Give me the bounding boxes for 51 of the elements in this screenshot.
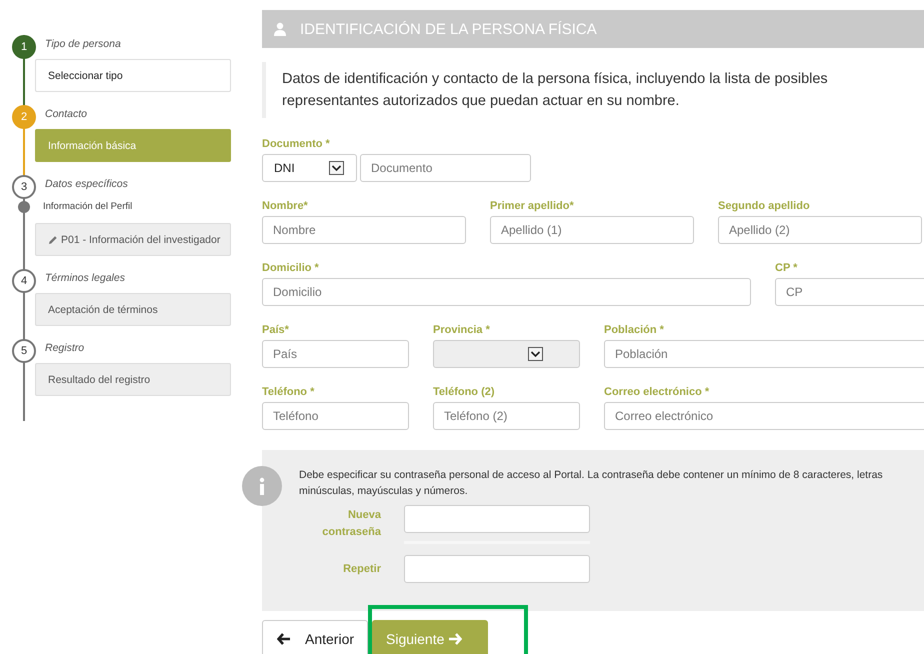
info-icon bbox=[242, 466, 282, 506]
password-field[interactable] bbox=[404, 505, 590, 533]
field-label: Segundo apellido bbox=[718, 200, 811, 212]
description-text: Datos de identificación y contacto de la persona física, incluyendo la lista de posibles representantes autorizados que puedan actuar en su nombre. bbox=[282, 70, 829, 111]
caret-icon bbox=[528, 347, 543, 361]
step-number: 1 bbox=[12, 35, 36, 59]
step-title: Términos legales bbox=[44, 271, 125, 286]
document-type-select[interactable]: DNI bbox=[262, 154, 357, 182]
input-field[interactable]: Población bbox=[604, 340, 924, 368]
step-button[interactable]: Seleccionar tipo bbox=[35, 59, 231, 92]
substep-dot bbox=[18, 201, 30, 213]
input-field[interactable]: Apellido (2) bbox=[718, 216, 922, 244]
password-notice: Debe especificar su contraseña personal de acceso al Portal. La contraseña debe contener un mínimo de 8 caracteres, letras minúsculas, mayúsculas y números. bbox=[299, 468, 884, 499]
step-number: 3 bbox=[12, 175, 36, 199]
input-field[interactable]: Teléfono bbox=[262, 402, 409, 430]
input-field[interactable]: Domicilio bbox=[262, 278, 751, 306]
field-label: País* bbox=[262, 324, 290, 336]
step-number: 5 bbox=[12, 339, 36, 363]
field-label: Domicilio * bbox=[262, 262, 320, 274]
arrow-left-icon bbox=[277, 632, 291, 644]
user-icon bbox=[274, 22, 286, 36]
field-label: Teléfono * bbox=[262, 386, 316, 398]
step-title: Contacto bbox=[44, 107, 88, 122]
step-title: Registro bbox=[44, 341, 84, 356]
field-label: Nueva contraseña bbox=[321, 508, 381, 540]
field-label: Teléfono (2) bbox=[433, 386, 496, 398]
document-field[interactable]: Documento bbox=[360, 154, 531, 182]
pencil-icon bbox=[48, 234, 58, 244]
field-label: Primer apellido* bbox=[490, 200, 575, 212]
input-field[interactable]: Correo electrónico bbox=[604, 402, 924, 430]
field-label: Correo electrónico * bbox=[604, 386, 710, 398]
caret-icon bbox=[329, 161, 344, 175]
input-field[interactable]: País bbox=[262, 340, 409, 368]
step-number: 2 bbox=[12, 105, 36, 129]
input-field[interactable]: Teléfono (2) bbox=[433, 402, 580, 430]
previous-button[interactable]: Anterior bbox=[262, 620, 368, 654]
field-label: Documento * bbox=[262, 138, 331, 150]
field-label: Provincia * bbox=[433, 324, 491, 336]
substep-label: Información del Perfil bbox=[42, 200, 132, 214]
field-label: Repetir bbox=[342, 562, 381, 576]
step-number: 4 bbox=[12, 269, 36, 293]
password-repeat-field[interactable] bbox=[404, 555, 590, 583]
arrow-right-icon bbox=[448, 632, 462, 644]
input-field[interactable]: Nombre bbox=[262, 216, 466, 244]
field-label: CP * bbox=[775, 262, 798, 274]
step-title: Tipo de persona bbox=[44, 37, 121, 52]
input-field[interactable]: CP bbox=[775, 278, 924, 306]
input-field[interactable]: Apellido (1) bbox=[490, 216, 694, 244]
field-label: Población * bbox=[604, 324, 665, 336]
step-title: Datos específicos bbox=[44, 177, 128, 192]
field-label: Nombre* bbox=[262, 200, 309, 212]
